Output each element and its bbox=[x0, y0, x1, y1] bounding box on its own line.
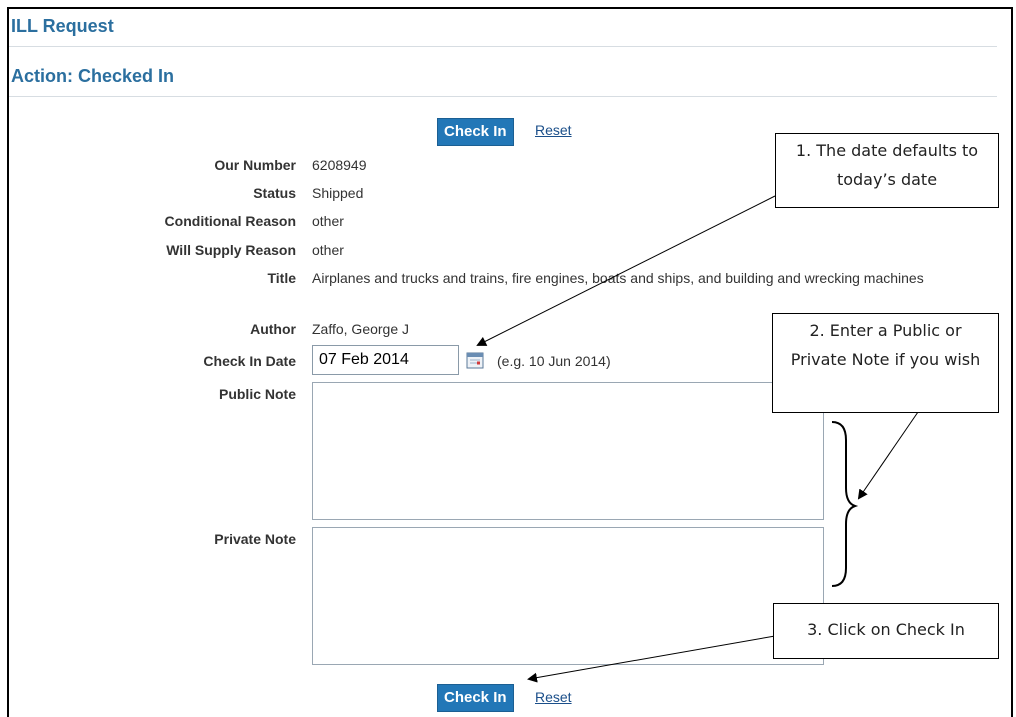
will-supply-reason-label: Will Supply Reason bbox=[166, 242, 296, 258]
status-value: Shipped bbox=[312, 185, 364, 201]
title-value: Airplanes and trucks and trains, fire en… bbox=[312, 270, 924, 286]
conditional-reason-label: Conditional Reason bbox=[164, 213, 296, 229]
check-in-button-bottom[interactable]: Check In bbox=[437, 684, 514, 712]
reset-link-top[interactable]: Reset bbox=[535, 122, 572, 138]
title-label: Title bbox=[267, 270, 296, 286]
reset-link-bottom[interactable]: Reset bbox=[535, 689, 572, 705]
public-note-textarea[interactable] bbox=[312, 382, 824, 520]
our-number-label: Our Number bbox=[214, 157, 296, 173]
check-in-button-top[interactable]: Check In bbox=[437, 118, 514, 146]
callout-2: 2. Enter a Public or Private Note if you… bbox=[772, 313, 999, 413]
our-number-value: 6208949 bbox=[312, 157, 367, 173]
check-in-date-input[interactable] bbox=[312, 345, 459, 375]
conditional-reason-value: other bbox=[312, 213, 344, 229]
public-note-label: Public Note bbox=[218, 386, 296, 402]
date-format-hint: (e.g. 10 Jun 2014) bbox=[497, 353, 611, 369]
author-value: Zaffo, George J bbox=[312, 321, 410, 337]
action-title: Action: Checked In bbox=[11, 66, 175, 86]
action-divider bbox=[9, 96, 997, 97]
will-supply-reason-value: other bbox=[312, 242, 344, 258]
author-label: Author bbox=[250, 321, 296, 337]
callout-1: 1. The date defaults to today’s date bbox=[775, 133, 999, 208]
callout-3: 3. Click on Check In bbox=[773, 603, 999, 659]
private-note-textarea[interactable] bbox=[312, 527, 824, 665]
private-note-label: Private Note bbox=[214, 531, 296, 547]
status-label: Status bbox=[253, 185, 296, 201]
check-in-date-label: Check In Date bbox=[203, 353, 296, 369]
page-title: ILL Request bbox=[11, 16, 114, 36]
title-divider bbox=[9, 46, 997, 47]
calendar-icon[interactable] bbox=[466, 351, 484, 369]
